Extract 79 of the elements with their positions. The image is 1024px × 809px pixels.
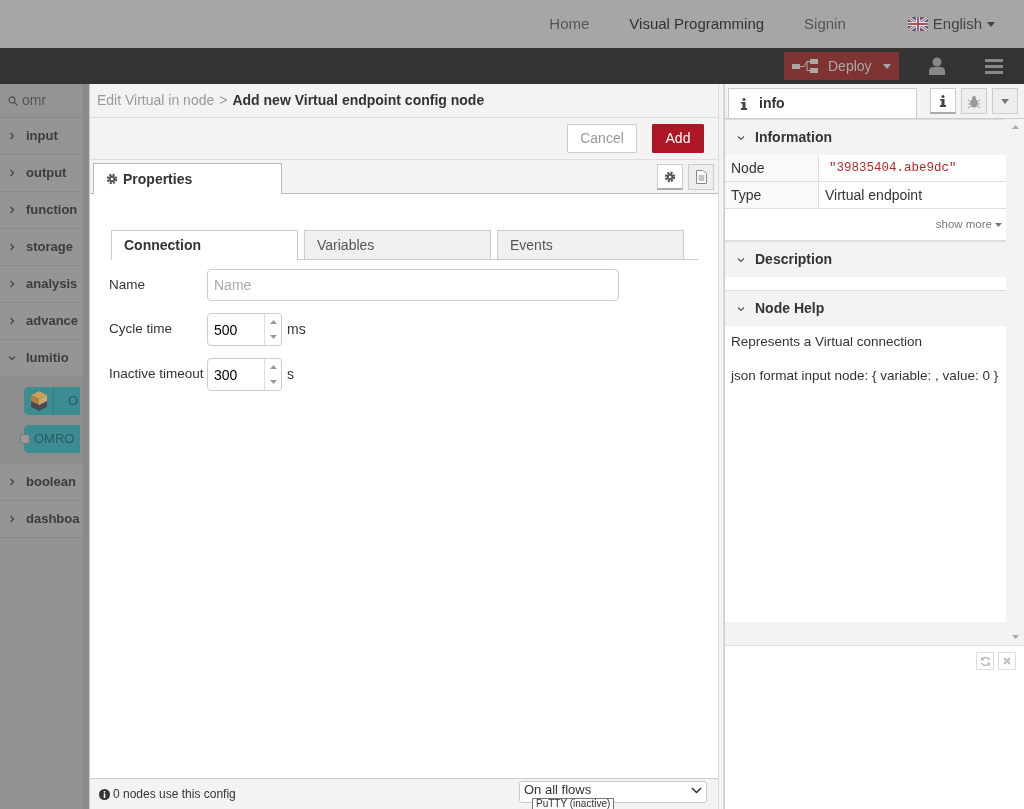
property-label: Type xyxy=(725,182,819,208)
tab[interactable]: Events xyxy=(497,230,684,259)
document-icon xyxy=(695,170,707,184)
number-field[interactable]: 500 xyxy=(207,313,282,346)
caret-icon xyxy=(995,222,1002,227)
node-port xyxy=(20,434,30,444)
chevron-right-icon xyxy=(8,206,16,214)
dialog-title: Add new Virtual endpoint config node xyxy=(232,91,485,110)
caret-icon xyxy=(883,63,891,69)
chevron-down-icon xyxy=(737,133,745,142)
field-label: Name xyxy=(109,275,146,294)
refresh-button[interactable] xyxy=(976,652,994,670)
field-label: Inactive timeout xyxy=(109,365,205,384)
nav-link[interactable]: Home xyxy=(529,12,610,36)
usage-text: 0 nodes use this config xyxy=(113,786,236,803)
chevron-right-icon xyxy=(8,317,16,325)
info-icon xyxy=(741,97,747,110)
close-icon xyxy=(1003,657,1011,665)
cube-icon xyxy=(30,391,47,411)
debug-button[interactable] xyxy=(961,88,987,114)
add-button[interactable]: Add xyxy=(652,124,704,153)
properties-tab[interactable]: Properties xyxy=(93,163,282,194)
chevron-right-icon xyxy=(8,243,16,251)
dropdown-button[interactable] xyxy=(992,88,1018,114)
breadcrumb-link[interactable]: Edit Virtual in node xyxy=(97,90,215,111)
nav-link[interactable]: Visual Programming xyxy=(609,12,785,36)
close-button[interactable] xyxy=(998,652,1016,670)
caret-icon xyxy=(1001,98,1009,104)
flag-icon xyxy=(907,17,928,31)
chevron-right-icon xyxy=(8,169,16,177)
refresh-icon xyxy=(979,655,991,667)
unit-label: ms xyxy=(287,320,306,339)
property-value: "39835404.abe9dc" xyxy=(828,159,958,177)
chevron-down-icon xyxy=(737,304,745,313)
help-text: json format input node: { variable: , value: 0 } xyxy=(731,367,1000,386)
chevron-down-icon xyxy=(737,255,745,264)
chevron-right-icon xyxy=(8,280,16,288)
show-more-link[interactable]: show more xyxy=(935,215,992,234)
info-button[interactable] xyxy=(930,88,956,114)
breadcrumb-separator: > xyxy=(219,91,228,110)
scroll-down-icon xyxy=(1011,635,1019,639)
spinner-down-icon xyxy=(269,335,277,340)
language-menu[interactable]: English xyxy=(907,12,995,36)
unit-label: s xyxy=(287,365,294,384)
help-text: Represents a Virtual connection xyxy=(731,333,924,351)
spinner-up-icon xyxy=(269,364,277,369)
property-label: Node xyxy=(725,155,819,181)
property-value: Virtual endpoint xyxy=(824,185,924,205)
info-icon xyxy=(940,94,946,107)
scroll-up-icon xyxy=(1011,125,1019,129)
chevron-down-icon xyxy=(691,787,702,794)
search-icon xyxy=(8,95,18,106)
field-label: Cycle time xyxy=(109,320,173,339)
bug-icon xyxy=(968,94,980,108)
menu-icon[interactable] xyxy=(985,58,1003,74)
chevron-down-icon xyxy=(8,354,16,362)
tab[interactable]: Variables xyxy=(304,230,491,259)
gear-icon xyxy=(106,173,118,185)
spinner-down-icon xyxy=(269,380,277,385)
language-label: English xyxy=(932,13,982,34)
tab[interactable]: Connection xyxy=(111,230,298,260)
chevron-right-icon xyxy=(8,132,16,140)
description-button[interactable] xyxy=(688,164,714,190)
nav-link[interactable]: Signin xyxy=(784,12,866,36)
chevron-right-icon xyxy=(8,515,16,523)
gear-icon xyxy=(664,170,676,183)
info-icon xyxy=(99,788,110,800)
tooltip: PuTTY (inactive) xyxy=(532,798,615,809)
caret-icon xyxy=(987,21,995,27)
name-field[interactable]: Name xyxy=(207,269,619,301)
spinner-up-icon xyxy=(269,319,277,324)
settings-button[interactable] xyxy=(657,164,683,190)
user-icon[interactable] xyxy=(929,57,945,75)
chevron-right-icon xyxy=(8,478,16,486)
number-field[interactable]: 300 xyxy=(207,358,282,391)
deploy-button[interactable]: Deploy xyxy=(784,52,899,80)
info-tab[interactable]: info xyxy=(728,88,917,118)
cancel-button[interactable]: Cancel xyxy=(567,124,637,153)
deploy-icon xyxy=(792,59,818,73)
